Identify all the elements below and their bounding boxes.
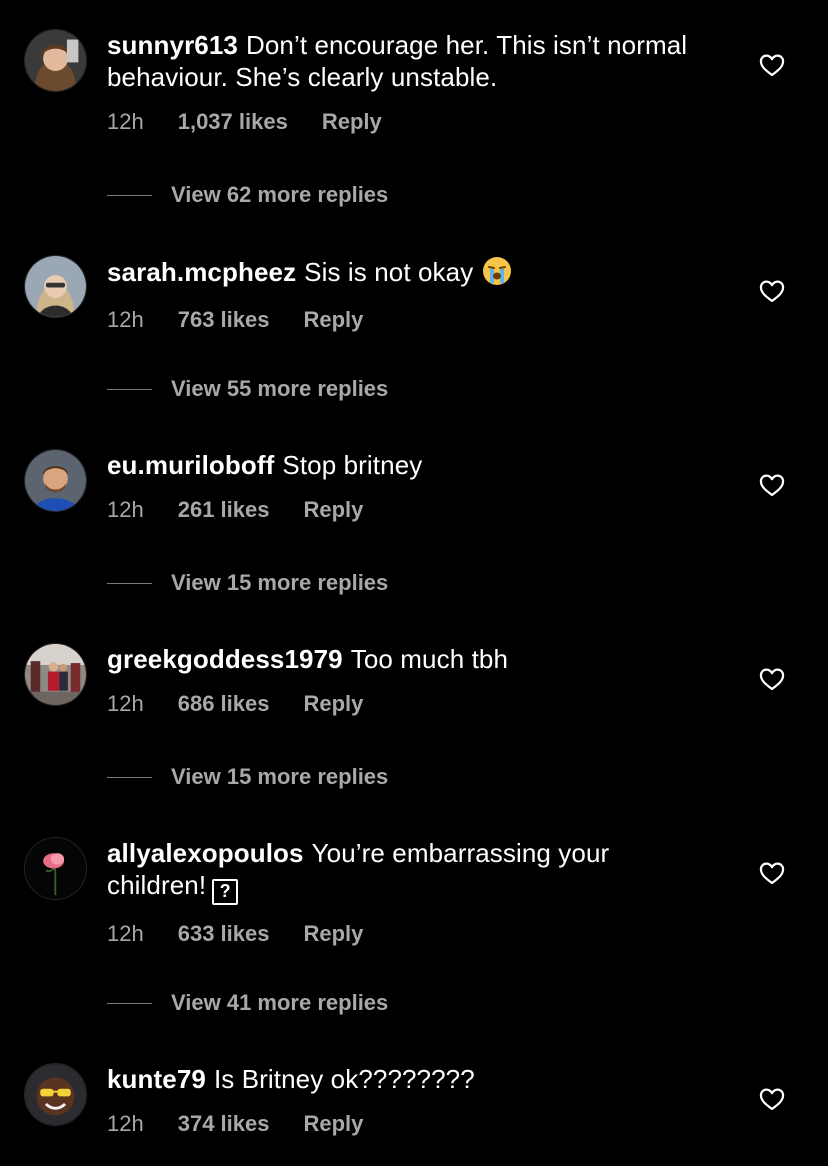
comments-feed: sunnyr613 Don’t encourage her. This isn’t… <box>0 0 828 1166</box>
replies-divider <box>107 388 152 390</box>
replies-divider <box>107 776 152 778</box>
comment-likes[interactable]: 261 likes <box>178 496 270 524</box>
comment-meta: 12h 1,037 likes Reply <box>107 108 707 136</box>
comment-body: allyalexopoulos You’re embarrassing your … <box>107 837 707 948</box>
comment-username[interactable]: sarah.mcpheez <box>107 257 296 287</box>
comment-text-line: sunnyr613 Don’t encourage her. This isn’t… <box>107 29 707 93</box>
heart-outline-icon[interactable] <box>758 859 786 887</box>
heart-outline-icon[interactable] <box>758 51 786 79</box>
comment-text: Too much tbh <box>350 644 509 674</box>
reply-button[interactable]: Reply <box>303 306 363 334</box>
comment-text-line: allyalexopoulos You’re embarrassing your … <box>107 837 707 905</box>
avatar[interactable] <box>24 29 87 92</box>
view-replies-label: View 62 more replies <box>171 182 389 207</box>
view-replies-label: View 55 more replies <box>171 376 389 401</box>
comment-time: 12h <box>107 691 144 716</box>
comment-likes[interactable]: 1,037 likes <box>178 108 288 136</box>
avatar[interactable] <box>24 255 87 318</box>
comment-meta: 12h 686 likes Reply <box>107 690 707 718</box>
heart-outline-icon[interactable] <box>758 1085 786 1113</box>
reply-button[interactable]: Reply <box>303 920 363 948</box>
comment-time: 12h <box>107 307 144 332</box>
comment-username[interactable]: sunnyr613 <box>107 30 238 60</box>
reply-button[interactable]: Reply <box>303 496 363 524</box>
comment-text-line: kunte79 Is Britney ok???????? <box>107 1063 707 1095</box>
comment-likes[interactable]: 686 likes <box>178 690 270 718</box>
comment-text: Sis is not okay <box>304 257 474 287</box>
comment-meta: 12h 633 likes Reply <box>107 920 707 948</box>
unsupported-emoji-icon: ? <box>212 879 239 905</box>
comment-body: eu.muriloboff Stop britney 12h 261 likes … <box>107 449 707 524</box>
avatar[interactable] <box>24 837 87 900</box>
comment-text-line: sarah.mcpheez Sis is not okay <box>107 255 707 288</box>
view-replies-label: View 15 more replies <box>171 764 389 789</box>
comment-username[interactable]: greekgoddess1979 <box>107 644 343 674</box>
heart-outline-icon[interactable] <box>758 665 786 693</box>
avatar[interactable] <box>24 1063 87 1126</box>
comment-meta: 12h 374 likes Reply <box>107 1110 707 1138</box>
replies-divider <box>107 582 152 584</box>
view-replies-button[interactable]: View 41 more replies <box>107 988 388 1018</box>
comment-text-line: greekgoddess1979 Too much tbh <box>107 643 707 675</box>
heart-outline-icon[interactable] <box>758 471 786 499</box>
view-replies-button[interactable]: View 62 more replies <box>107 180 388 210</box>
comment-body: greekgoddess1979 Too much tbh 12h 686 lik… <box>107 643 707 718</box>
replies-divider <box>107 1002 152 1004</box>
comment-text-line: eu.muriloboff Stop britney <box>107 449 707 481</box>
comment-username[interactable]: kunte79 <box>107 1064 206 1094</box>
comment-text: Stop britney <box>282 450 423 480</box>
reply-button[interactable]: Reply <box>322 108 382 136</box>
comment-time: 12h <box>107 1111 144 1136</box>
replies-divider <box>107 194 152 196</box>
comment-meta: 12h 763 likes Reply <box>107 306 707 334</box>
view-replies-button[interactable]: View 55 more replies <box>107 374 388 404</box>
comment-body: sarah.mcpheez Sis is not okay 12h 763 lik… <box>107 255 707 334</box>
loudly-crying-face-icon <box>482 257 511 285</box>
comment-username[interactable]: allyalexopoulos <box>107 838 304 868</box>
comment-body: kunte79 Is Britney ok???????? 12h 374 lik… <box>107 1063 707 1138</box>
view-replies-button[interactable]: View 15 more replies <box>107 568 388 598</box>
comment-time: 12h <box>107 109 144 134</box>
comment-meta: 12h 261 likes Reply <box>107 496 707 524</box>
reply-button[interactable]: Reply <box>303 690 363 718</box>
comment-time: 12h <box>107 921 144 946</box>
comment-time: 12h <box>107 497 144 522</box>
comment-username[interactable]: eu.muriloboff <box>107 450 274 480</box>
comment-text: Is Britney ok???????? <box>213 1064 475 1094</box>
comment-body: sunnyr613 Don’t encourage her. This isn’t… <box>107 29 707 136</box>
comment-likes[interactable]: 763 likes <box>178 306 270 334</box>
view-replies-button[interactable]: View 15 more replies <box>107 762 388 792</box>
view-replies-label: View 41 more replies <box>171 990 389 1015</box>
comment-likes[interactable]: 633 likes <box>178 920 270 948</box>
avatar[interactable] <box>24 449 87 512</box>
view-replies-label: View 15 more replies <box>171 570 389 595</box>
avatar[interactable] <box>24 643 87 706</box>
comment-likes[interactable]: 374 likes <box>178 1110 270 1138</box>
reply-button[interactable]: Reply <box>303 1110 363 1138</box>
heart-outline-icon[interactable] <box>758 277 786 305</box>
